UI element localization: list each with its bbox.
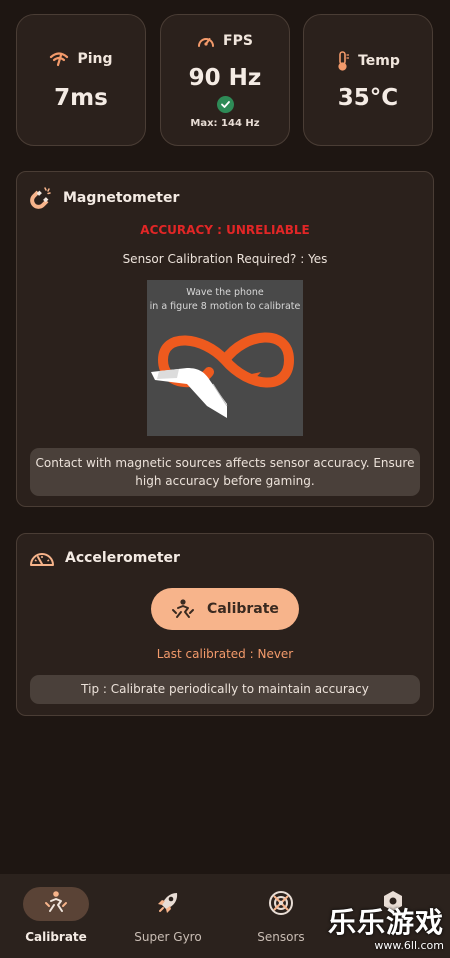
ping-label: Ping: [77, 51, 113, 67]
fps-label: FPS: [223, 33, 253, 49]
ping-value: 7ms: [54, 85, 108, 111]
fps-card: FPS 90 Hz Max: 144 Hz: [160, 14, 290, 146]
calibrate-icon: [45, 891, 67, 912]
watermark-logo: 乐乐游戏 www.6ll.com: [328, 901, 444, 952]
accuracy-status: ACCURACY : UNRELIABLE: [140, 223, 310, 237]
speedometer-icon: [198, 38, 215, 47]
calibrate-button-label: Calibrate: [207, 601, 279, 617]
calibration-tip: Tip : Calibrate periodically to maintain…: [30, 675, 420, 704]
magnetometer-title: Magnetometer: [63, 190, 180, 206]
accelerometer-card: Accelerometer Calibrate Last calibrated …: [16, 533, 434, 716]
nav-label-sensors: Sensors: [257, 930, 305, 944]
wifi-signal-icon: [50, 52, 69, 67]
nav-label-super-gyro: Super Gyro: [134, 930, 202, 944]
accelerometer-title: Accelerometer: [65, 550, 180, 566]
nav-item-super-gyro[interactable]: Super Gyro: [112, 874, 224, 958]
fps-value: 90 Hz: [188, 65, 262, 91]
nav-item-calibrate[interactable]: Calibrate: [0, 874, 112, 958]
figure-text-line-2: in a figure 8 motion to calibrate: [149, 301, 301, 312]
rocket-icon: [158, 893, 178, 913]
nav-label-calibrate: Calibrate: [25, 930, 87, 944]
stats-row: Ping 7ms FPS 90 Hz Max: 144 Hz Temp 35°C: [16, 14, 434, 146]
sensors-icon: [269, 891, 293, 915]
last-calibrated-text: Last calibrated : Never: [156, 647, 294, 661]
bottom-navigation: Calibrate Super Gyro Sensors 乐乐游戏 www.6l…: [0, 874, 450, 958]
magnet-icon: [30, 187, 51, 209]
ping-card: Ping 7ms: [16, 14, 146, 146]
magnetometer-card: Magnetometer ACCURACY : UNRELIABLE Senso…: [16, 171, 434, 507]
magnetic-warning-note: Contact with magnetic sources affects se…: [30, 448, 420, 496]
temp-label: Temp: [358, 53, 400, 69]
thermometer-icon: [338, 51, 350, 71]
calibrate-button[interactable]: Calibrate: [151, 588, 299, 630]
figure-eight-illustration: Wave the phone in a figure 8 motion to c…: [147, 280, 303, 436]
temp-value: 35°C: [337, 85, 399, 111]
fps-max: Max: 144 Hz: [190, 118, 260, 129]
gauge-icon: [30, 553, 54, 566]
calibration-required-text: Sensor Calibration Required? : Yes: [122, 252, 328, 266]
temp-card: Temp 35°C: [303, 14, 433, 146]
figure-text-line-1: Wave the phone: [186, 287, 264, 298]
check-badge-icon: [217, 96, 234, 113]
nav-item-sensors[interactable]: Sensors: [225, 874, 337, 958]
watermark-main: 乐乐游戏: [327, 906, 444, 939]
calibrate-icon: [172, 599, 195, 618]
